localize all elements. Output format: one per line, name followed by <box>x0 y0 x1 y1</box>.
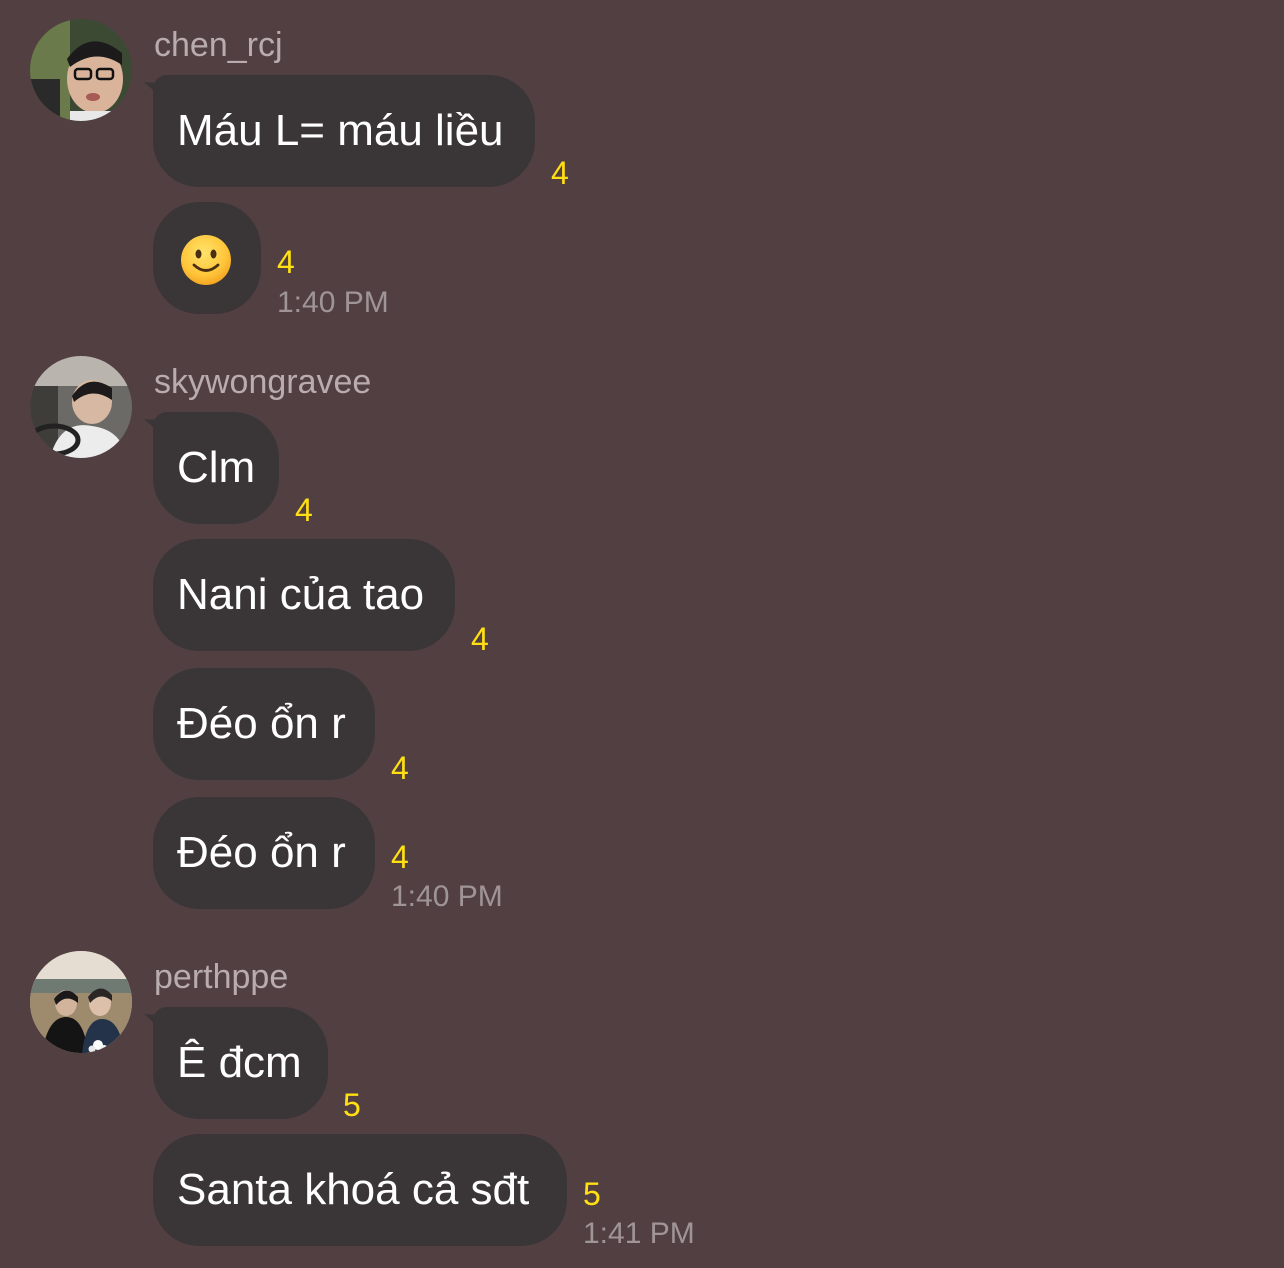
message-text: Santa khoá cả sđt <box>177 1165 530 1214</box>
avatar-photo <box>30 356 132 458</box>
avatar-skywongravee[interactable] <box>30 356 132 458</box>
avatar-chen-rcj[interactable] <box>30 19 132 121</box>
unread-count: 4 <box>551 155 569 191</box>
message-bubble[interactable]: Nani của tao <box>153 539 455 651</box>
message-bubble[interactable]: Santa khoá cả sđt <box>153 1134 567 1246</box>
message-text: Clm <box>177 443 256 492</box>
unread-count: 5 <box>583 1176 601 1212</box>
unread-count: 4 <box>471 621 489 657</box>
message-text: Đéo ổn r <box>177 828 346 877</box>
sender-name: perthppe <box>154 958 289 996</box>
message-timestamp: 1:40 PM <box>391 880 503 913</box>
unread-count: 4 <box>295 492 313 528</box>
sender-name: skywongravee <box>154 363 372 401</box>
message-text: Ê đcm <box>177 1038 302 1087</box>
slightly-smiling-face-icon <box>180 234 232 286</box>
sender-name: chen_rcj <box>154 26 283 64</box>
message-bubble[interactable]: Máu L= máu liều <box>153 75 535 187</box>
message-text: Đéo ổn r <box>177 699 346 748</box>
message-text: Nani của tao <box>177 570 425 619</box>
avatar-photo <box>30 19 132 121</box>
message-bubble[interactable]: Ê đcm <box>153 1007 328 1119</box>
unread-count: 5 <box>343 1087 361 1123</box>
unread-count: 4 <box>277 244 295 280</box>
message-text: Máu L= máu liều <box>177 106 504 155</box>
message-bubble[interactable]: Đéo ổn r <box>153 668 375 780</box>
message-bubble[interactable]: Đéo ổn r <box>153 797 375 909</box>
message-timestamp: 1:41 PM <box>583 1217 695 1250</box>
unread-count: 4 <box>391 839 409 875</box>
message-timestamp: 1:40 PM <box>277 286 389 319</box>
message-bubble[interactable]: Clm <box>153 412 279 524</box>
avatar-photo <box>30 951 132 1053</box>
unread-count: 4 <box>391 750 409 786</box>
avatar-perthppe[interactable] <box>30 951 132 1053</box>
